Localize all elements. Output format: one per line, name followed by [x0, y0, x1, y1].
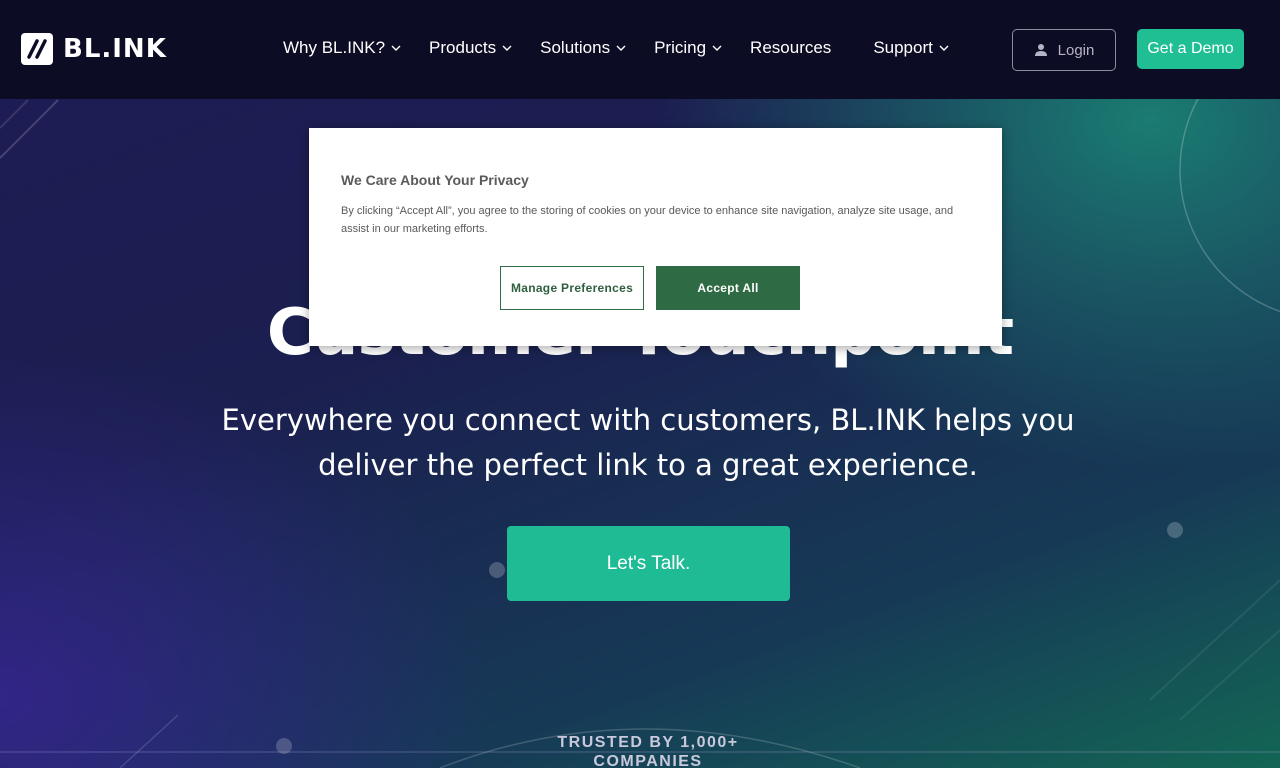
user-icon: [1034, 44, 1047, 56]
chevron-down-icon: [712, 45, 722, 51]
get-a-demo-button[interactable]: Get a Demo: [1137, 29, 1244, 69]
accept-all-button[interactable]: Accept All: [656, 266, 800, 310]
hero-subtext: Everywhere you connect with customers, B…: [221, 403, 1075, 482]
hero-section: Customer Touchpoint Everywhere you conne…: [0, 0, 1280, 768]
nav-item-label: Solutions: [540, 38, 611, 57]
trusted-by-label: TRUSTED BY 1,000+ COMPANIES: [557, 734, 739, 768]
nav-menu: Why BL.INK? Products Solutions Pricing R…: [283, 38, 949, 58]
brand-logo[interactable]: BL.INK: [21, 33, 167, 65]
nav-item-label: Products: [429, 38, 497, 57]
top-navigation: BL.INK Why BL.INK? Products Solutions Pr…: [0, 0, 1280, 99]
nav-item-label: Pricing: [654, 38, 707, 57]
nav-item-label: Why BL.INK?: [283, 38, 386, 57]
cookie-modal-title: We Care About Your Privacy: [341, 172, 529, 188]
hero-background-decoration: [0, 27, 1280, 768]
nav-item-label: Resources: [750, 38, 832, 57]
nav-item-solutions[interactable]: Solutions: [540, 38, 626, 58]
chevron-down-icon: [616, 45, 626, 51]
nav-item-support[interactable]: Support: [873, 38, 949, 58]
lets-talk-button[interactable]: Let's Talk.: [507, 526, 790, 601]
nav-item-why-blink[interactable]: Why BL.INK?: [283, 38, 401, 58]
chevron-down-icon: [939, 45, 949, 51]
nav-item-label: Support: [873, 38, 933, 57]
nav-item-products[interactable]: Products: [429, 38, 512, 58]
chevron-down-icon: [502, 45, 512, 51]
chevron-down-icon: [391, 45, 401, 51]
cookie-modal-body: By clicking “Accept All”, you agree to t…: [341, 205, 954, 235]
nav-item-resources[interactable]: Resources: [750, 38, 831, 58]
cookie-consent-modal: We Care About Your Privacy By clicking “…: [309, 128, 1002, 346]
login-label: Login: [1057, 41, 1095, 59]
login-button[interactable]: Login: [1012, 29, 1116, 71]
logo-mark-icon: [21, 33, 53, 65]
brand-name: BL.INK: [63, 34, 167, 64]
manage-preferences-button[interactable]: Manage Preferences: [500, 266, 644, 310]
nav-item-pricing[interactable]: Pricing: [654, 38, 722, 58]
